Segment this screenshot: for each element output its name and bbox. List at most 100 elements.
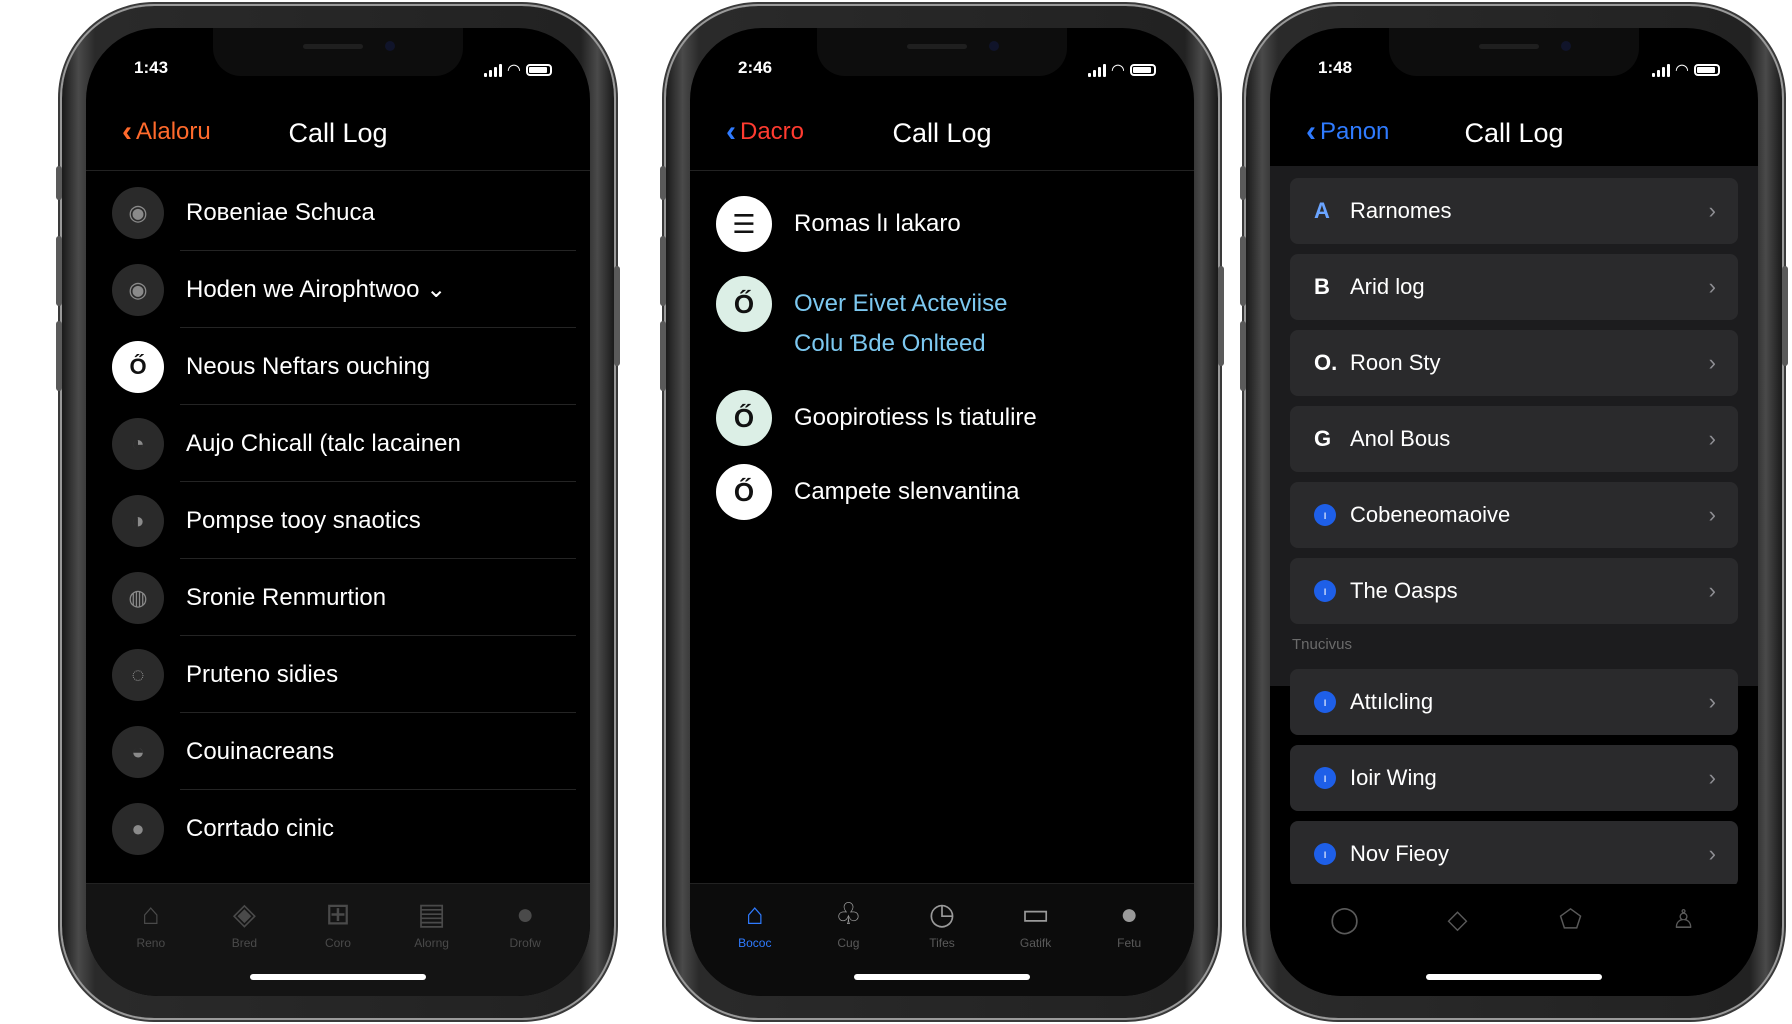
- tab-label: Gatifk: [1019, 936, 1052, 950]
- settings-row[interactable]: O. Roon Sty ›: [1290, 330, 1738, 396]
- profile-icon: ●: [1120, 898, 1139, 931]
- settings-row[interactable]: ı Ioir Wing ›: [1290, 745, 1738, 811]
- status-time: 2:46: [738, 58, 773, 77]
- volume-up-button: [660, 236, 666, 306]
- chevron-right-icon: ›: [1708, 502, 1716, 527]
- status-time: 1:48: [1318, 58, 1353, 77]
- chevron-right-icon: ›: [1708, 350, 1716, 375]
- wifi-icon: ◠: [507, 62, 520, 79]
- tab-fetu[interactable]: ● Fetu: [1094, 898, 1164, 950]
- avatar: ◉: [112, 263, 164, 316]
- battery-icon: [1130, 64, 1156, 76]
- list-item[interactable]: ◔ Aujo Chicall (talc lacainen: [86, 405, 590, 482]
- divider: [86, 170, 590, 171]
- row-label: Ioir Wing: [1350, 765, 1437, 790]
- tab-pentagon[interactable]: ⬠: [1536, 902, 1606, 936]
- tab-tifes[interactable]: ◷ Tifes: [907, 898, 977, 950]
- list-item[interactable]: Ő Campete slenvantina: [690, 464, 1194, 520]
- call-log-list: ☰ Romas lı lakaro Ő Over Eivet Acteviise Col…: [690, 174, 1194, 520]
- clock-icon: ◷: [928, 898, 956, 931]
- list-item[interactable]: Ő Over Eivet Acteviise Colu Ɓde Onlteed: [690, 276, 1194, 364]
- nav-bar: ‹ Dacro Call Log: [690, 102, 1194, 164]
- tab-gatifk[interactable]: ▭ Gatifk: [1001, 898, 1071, 950]
- home-icon: ⌂: [745, 898, 764, 931]
- tab-circle[interactable]: ◯: [1310, 902, 1380, 936]
- bag-icon: ♧: [834, 898, 862, 931]
- tab-label: Cug: [837, 936, 860, 950]
- mute-switch: [56, 166, 62, 200]
- list-item[interactable]: ◍ Sronie Renmurtion: [86, 559, 590, 636]
- volume-up-button: [56, 236, 62, 306]
- row-letter: A: [1314, 198, 1330, 223]
- list-item[interactable]: Ő Neous Neftars ouching: [86, 328, 590, 405]
- tab-label: Fetu: [1117, 936, 1142, 950]
- home-indicator[interactable]: [1426, 974, 1602, 980]
- list-item[interactable]: ◌ Pruteno sidies: [86, 636, 590, 713]
- row-letter: B: [1314, 274, 1330, 299]
- person-icon: ◑: [131, 507, 145, 533]
- settings-row[interactable]: ı Nov Fieoy ›: [1290, 821, 1738, 887]
- row-letter: G: [1314, 426, 1332, 451]
- tab-bred[interactable]: ◈ Bred: [209, 898, 279, 950]
- info-dot-icon: ı: [1314, 843, 1336, 865]
- tab-reno[interactable]: ⌂ Reno: [116, 898, 186, 950]
- tab-label: Drofw: [509, 936, 541, 950]
- settings-row[interactable]: A Rarnomes ›: [1290, 178, 1738, 244]
- avatar: ◒: [112, 725, 164, 778]
- settings-row[interactable]: ı The Oasps ›: [1290, 558, 1738, 624]
- home-indicator[interactable]: [250, 974, 426, 980]
- power-button: [614, 266, 620, 366]
- list-item[interactable]: ◒ Couinacreans: [86, 713, 590, 790]
- tab-coro[interactable]: ⊞ Coro: [303, 898, 373, 950]
- signal-icon: [483, 63, 502, 77]
- home-icon: ⌂: [141, 898, 160, 931]
- tab-label: Reno: [136, 936, 166, 950]
- page-title: Call Log: [1464, 118, 1564, 148]
- tab-cug[interactable]: ♧ Cug: [813, 898, 883, 950]
- document-icon: ▭: [1021, 898, 1050, 931]
- tab-bar: ⌂ Bococ ♧ Cug ◷ Tifes ▭ Gatifk ● Fetu: [690, 883, 1194, 996]
- list-item-text: Romas lı lakaro: [794, 196, 961, 244]
- settings-row[interactable]: B Arid log ›: [1290, 254, 1738, 320]
- list-item[interactable]: ◑ Pompse tooy snaotics: [86, 482, 590, 559]
- list-item[interactable]: ◉ Roʙeniae Schuca: [86, 174, 590, 251]
- avatar: Ő: [716, 276, 772, 332]
- avatar: ●: [112, 802, 164, 855]
- tab-alorng[interactable]: ▤ Alorng: [397, 898, 467, 950]
- person-icon: ◍: [128, 584, 148, 610]
- circle-icon: ◯: [1329, 904, 1360, 934]
- settings-row[interactable]: G Anol Bous ›: [1290, 406, 1738, 472]
- avatar: ◔: [112, 417, 164, 470]
- home-indicator[interactable]: [854, 974, 1030, 980]
- tab-label: Bococ: [738, 936, 772, 950]
- list-item[interactable]: ● Corrtado cinic: [86, 790, 590, 867]
- avatar: ◉: [112, 186, 164, 239]
- person-icon: ●: [131, 815, 145, 841]
- timer-icon: Ő: [733, 288, 755, 319]
- battery-icon: [526, 64, 552, 76]
- nav-bar: ‹ Alaloru Call Log: [86, 102, 590, 164]
- list-item[interactable]: ◉ Hoden we Airophtwoo ⌄: [86, 251, 590, 328]
- section-header: Tnucivus: [1292, 636, 1353, 653]
- list-item[interactable]: Ő Goopirotiess ls tiatulire: [690, 390, 1194, 446]
- settings-row[interactable]: ı Attılcling ›: [1290, 669, 1738, 735]
- tab-diamond[interactable]: ◇: [1423, 902, 1493, 936]
- info-dot-icon: ı: [1314, 504, 1336, 526]
- tab-drofw[interactable]: ● Drofw: [490, 898, 560, 950]
- status-bar: 1:43 ◠: [124, 58, 552, 82]
- settings-row[interactable]: ı Cobeneomaoive ›: [1290, 482, 1738, 548]
- row-label: Anol Bous: [1350, 426, 1451, 451]
- avatar: ◑: [112, 494, 164, 547]
- tab-profile[interactable]: ♙: [1649, 902, 1719, 936]
- screen-2: 2:46 ◠ ‹ Dacro Call Log ☰ Romas lı lakaro…: [690, 28, 1194, 996]
- list-item[interactable]: ☰ Romas lı lakaro: [690, 196, 1194, 252]
- tab-label: Alorng: [414, 936, 449, 950]
- tab-bococ[interactable]: ⌂ Bococ: [720, 898, 790, 950]
- nav-bar: ‹ Panon Call Log: [1270, 102, 1758, 164]
- avatar: ◍: [112, 571, 164, 624]
- chevron-right-icon: ›: [1708, 426, 1716, 451]
- volume-down-button: [1240, 321, 1246, 391]
- stage: 1:43 ◠ ‹ Alaloru Call Log ◉ Roʙeniae Schu…: [0, 0, 1792, 1024]
- screen-3: 1:48 ◠ ‹ Panon Call Log A Rarnomes › B Arid …: [1270, 28, 1758, 996]
- avatar: Ő: [716, 464, 772, 520]
